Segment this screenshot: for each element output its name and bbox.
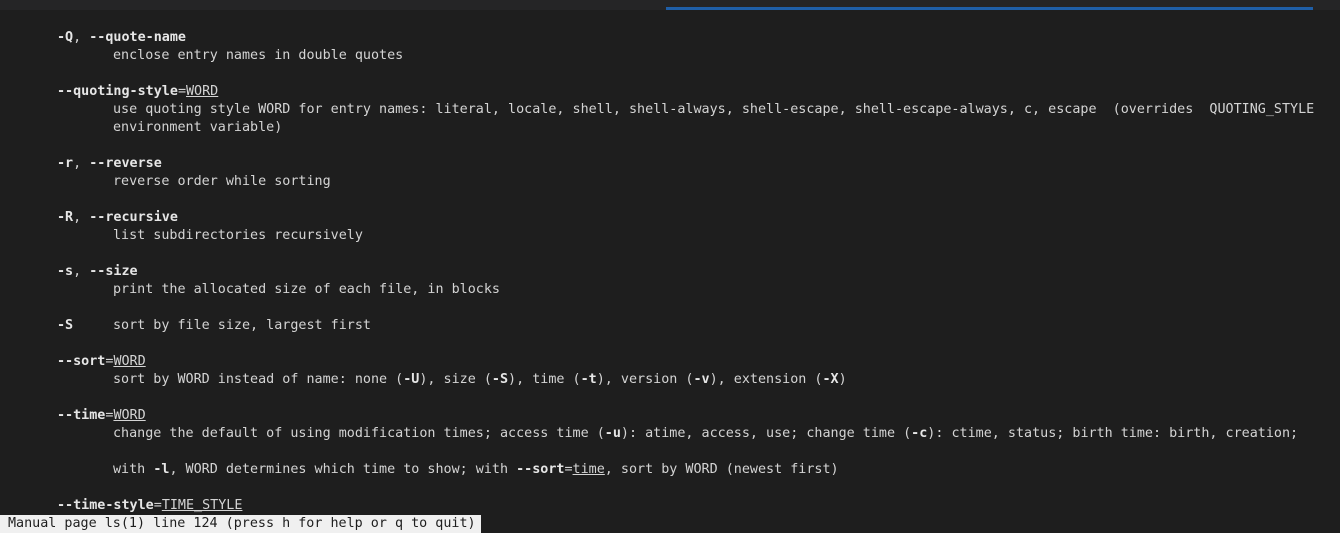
option-long-flag: --recursive — [89, 210, 178, 225]
option-argument: WORD — [113, 408, 146, 423]
option-quoting-style: --quoting-style=WORD — [57, 84, 219, 99]
option-long-flag: --time — [57, 408, 106, 423]
option-reverse: -r, --reverse — [57, 156, 162, 171]
option-size: -s, --size — [57, 264, 138, 279]
option-description: use quoting style WORD for entry names: … — [113, 102, 1315, 117]
option-sort: --sort=WORD — [57, 354, 146, 369]
option-description: sort by WORD instead of name: none (-U),… — [113, 372, 847, 387]
option-sort-size: -S — [57, 317, 73, 335]
pager-status-line: Manual page ls(1) line 124 (press h for … — [0, 515, 481, 533]
option-long-flag: --quoting-style — [57, 84, 178, 99]
option-short-flag: -r — [57, 156, 74, 171]
option-description: change the default of using modification… — [113, 426, 1299, 441]
option-quote-name: -Q, --quote-name — [57, 30, 186, 45]
option-short-flag: -R — [57, 210, 74, 225]
option-long-flag: --sort — [57, 354, 106, 369]
option-long-flag: --quote-name — [89, 30, 186, 45]
option-short-flag: -Q — [57, 30, 74, 45]
option-short-flag: -S — [57, 318, 74, 333]
option-argument: TIME_STYLE — [161, 498, 243, 513]
option-argument: WORD — [113, 354, 146, 369]
option-long-flag: --time-style — [57, 498, 154, 513]
man-page-viewer[interactable]: -Q, --quote-name enclose entry names in … — [0, 0, 1340, 524]
option-description-continued: with -l, WORD determines which time to s… — [113, 462, 839, 477]
option-description: print the allocated size of each file, i… — [113, 282, 500, 297]
option-argument: WORD — [186, 84, 219, 99]
option-recursive: -R, --recursive — [57, 210, 178, 225]
option-long-flag: --size — [89, 264, 138, 279]
option-description: list subdirectories recursively — [113, 228, 363, 243]
option-description: enclose entry names in double quotes — [113, 48, 404, 63]
option-description: sort by file size, largest first — [113, 318, 371, 333]
option-time-style: --time-style=TIME_STYLE — [57, 498, 243, 513]
option-description: reverse order while sorting — [113, 174, 331, 189]
option-description-continued: environment variable) — [113, 120, 283, 135]
option-short-flag: -s — [57, 264, 74, 279]
option-time: --time=WORD — [57, 408, 146, 423]
option-long-flag: --reverse — [89, 156, 162, 171]
